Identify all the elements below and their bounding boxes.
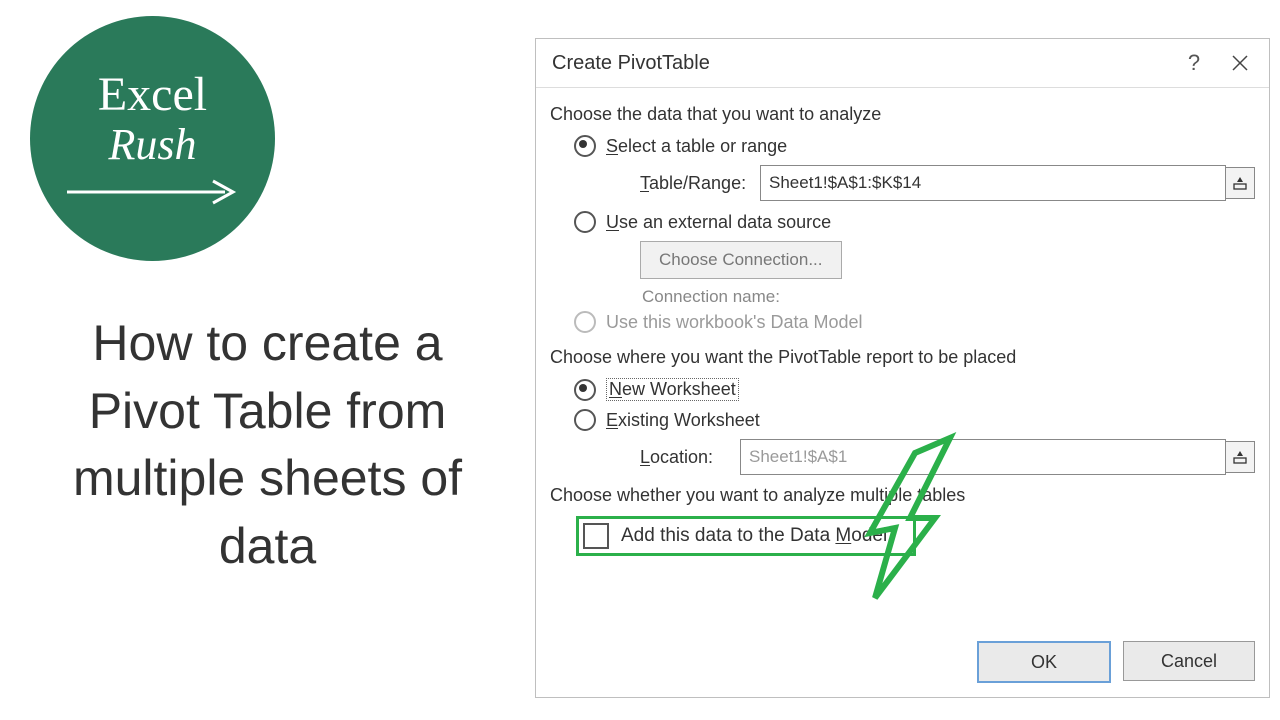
checkbox-add-to-data-model[interactable]: Add this data to the Data Model	[576, 516, 916, 556]
collapse-dialog-icon	[1233, 176, 1247, 190]
choose-connection-button[interactable]: Choose Connection...	[640, 241, 842, 279]
radio-label: New Worksheet	[606, 378, 739, 401]
section-placement-label: Choose where you want the PivotTable rep…	[550, 347, 1255, 368]
collapse-dialog-icon	[1233, 450, 1247, 464]
radio-label: Existing Worksheet	[606, 410, 760, 431]
radio-label: Use an external data source	[606, 212, 831, 233]
radio-label: Use this workbook's Data Model	[606, 312, 863, 333]
ok-button[interactable]: OK	[977, 641, 1111, 683]
section-multiple-tables-label: Choose whether you want to analyze multi…	[550, 485, 1255, 506]
arrow-right-icon	[65, 177, 240, 207]
cancel-button[interactable]: Cancel	[1123, 641, 1255, 681]
location-input[interactable]: Sheet1!$A$1	[740, 439, 1226, 475]
table-range-label: Table/Range:	[640, 173, 760, 194]
range-picker-button[interactable]	[1226, 167, 1255, 199]
radio-new-worksheet[interactable]: New Worksheet	[574, 378, 1255, 401]
radio-icon	[574, 311, 596, 333]
radio-select-table-range[interactable]: Select a table or range	[574, 135, 1255, 157]
create-pivottable-dialog: Create PivotTable ? Choose the data that…	[535, 38, 1270, 698]
radio-icon	[574, 135, 596, 157]
brand-logo-line1: Excel	[98, 71, 207, 119]
page-headline: How to create a Pivot Table from multipl…	[30, 310, 505, 580]
brand-logo: Excel Rush	[30, 16, 275, 261]
checkbox-icon	[583, 523, 609, 549]
connection-name-label: Connection name:	[642, 287, 1255, 307]
radio-external-source[interactable]: Use an external data source	[574, 211, 1255, 233]
close-button[interactable]	[1217, 43, 1263, 83]
radio-icon	[574, 211, 596, 233]
dialog-titlebar: Create PivotTable ?	[536, 39, 1269, 88]
radio-label: Select a table or range	[606, 136, 787, 157]
radio-icon	[574, 409, 596, 431]
table-range-input[interactable]: Sheet1!$A$1:$K$14	[760, 165, 1226, 201]
checkbox-label: Add this data to the Data Model	[621, 525, 887, 547]
radio-icon	[574, 379, 596, 401]
location-label: Location:	[640, 447, 740, 468]
dialog-title: Create PivotTable	[552, 52, 710, 75]
radio-existing-worksheet[interactable]: Existing Worksheet	[574, 409, 1255, 431]
section-analyze-label: Choose the data that you want to analyze	[550, 104, 1255, 125]
help-button[interactable]: ?	[1171, 43, 1217, 83]
location-picker-button[interactable]	[1226, 441, 1255, 473]
brand-logo-line2: Rush	[109, 123, 197, 167]
radio-workbook-data-model: Use this workbook's Data Model	[574, 311, 1255, 333]
